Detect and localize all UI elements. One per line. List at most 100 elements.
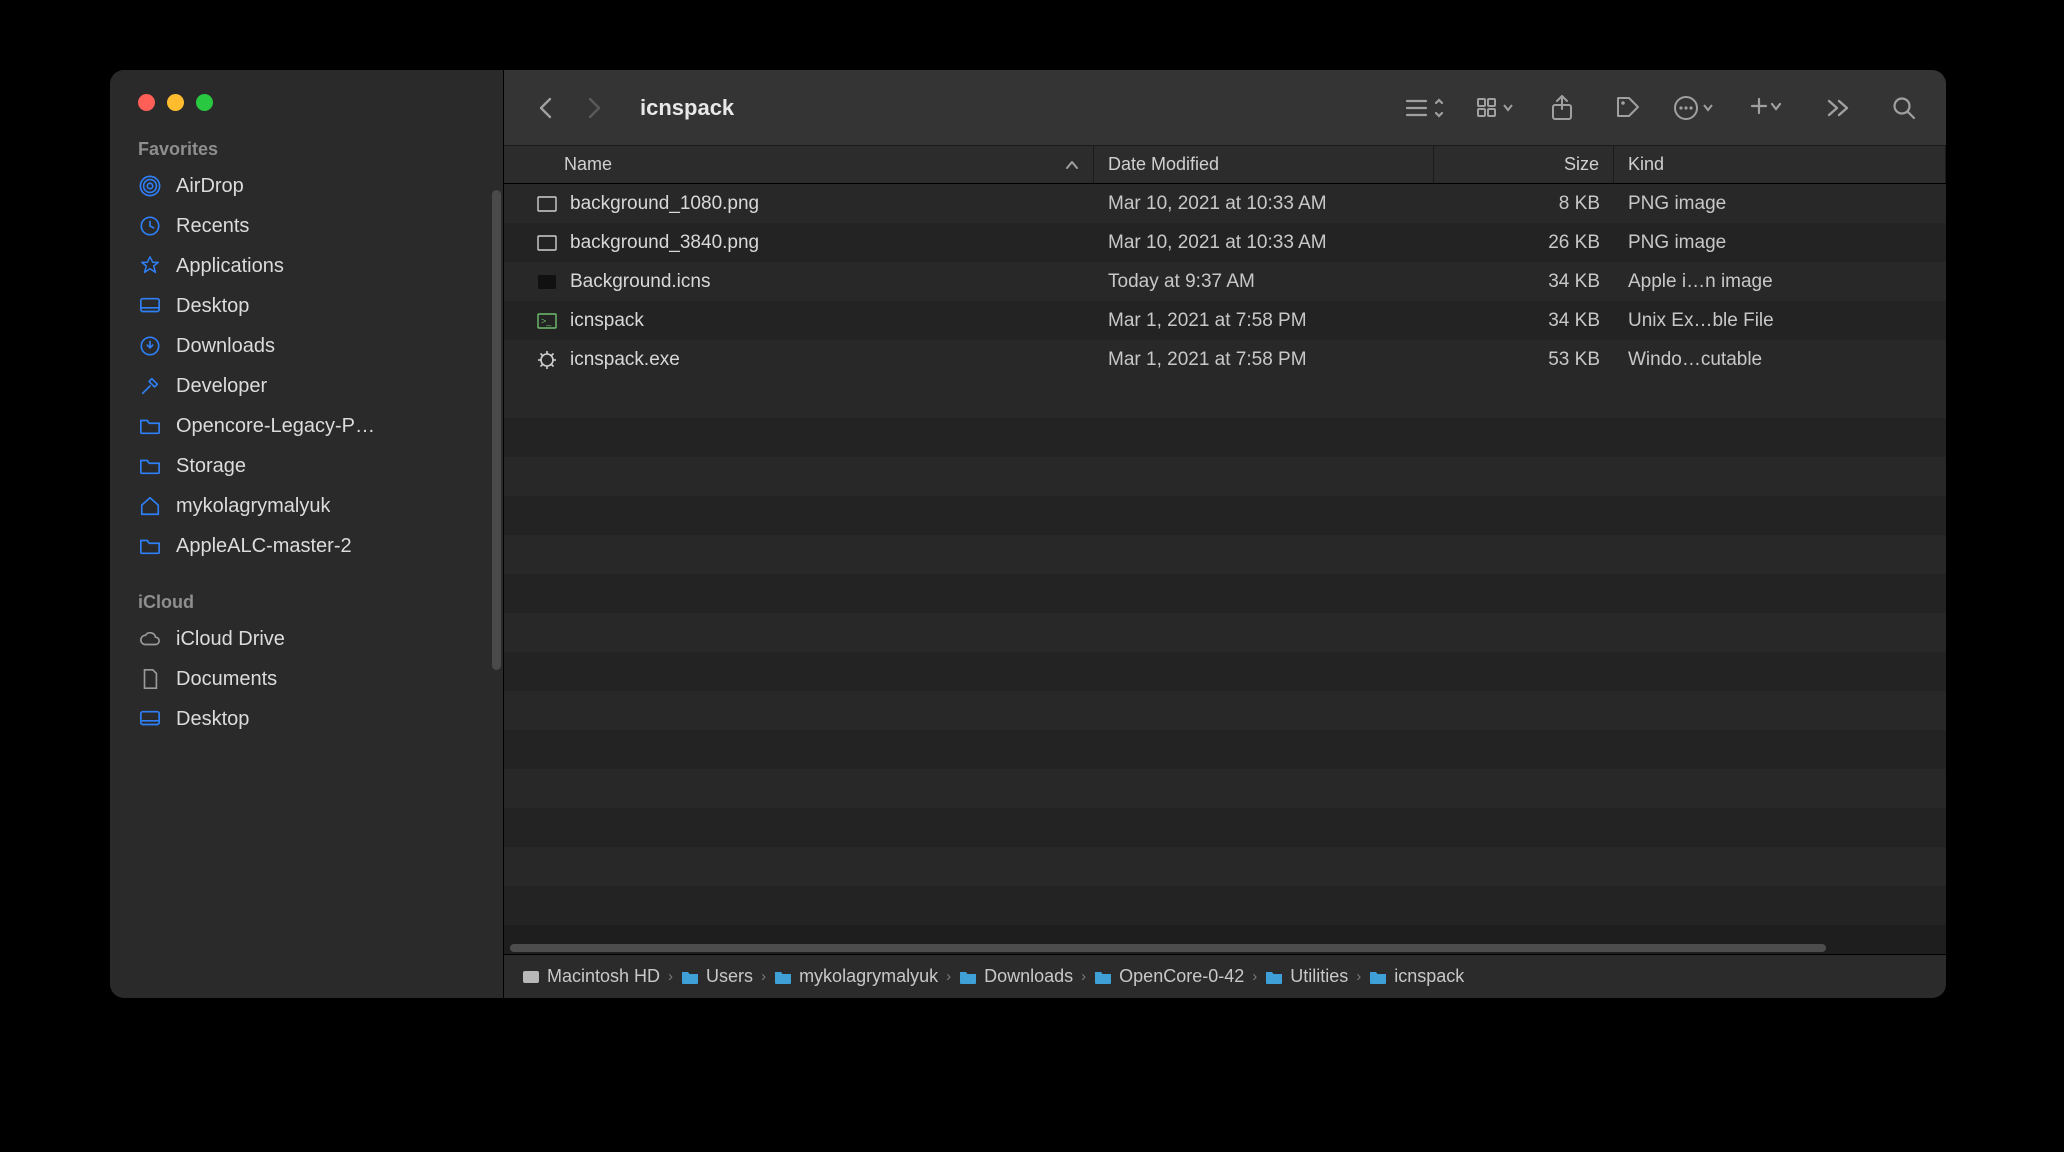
folder-icon bbox=[1369, 970, 1387, 984]
file-kind: PNG image bbox=[1614, 232, 1946, 254]
hammer-icon bbox=[138, 374, 162, 398]
path-item[interactable]: Utilities bbox=[1265, 966, 1348, 987]
more-button[interactable] bbox=[1674, 88, 1714, 128]
empty-row bbox=[504, 379, 1946, 418]
file-name: background_3840.png bbox=[570, 232, 759, 254]
sidebar-item-label: AirDrop bbox=[176, 175, 244, 198]
file-date: Mar 10, 2021 at 10:33 AM bbox=[1094, 232, 1434, 254]
sidebar-item[interactable]: AirDrop bbox=[110, 166, 503, 206]
new-folder-button[interactable] bbox=[1746, 88, 1786, 128]
file-row[interactable]: background_3840.png Mar 10, 2021 at 10:3… bbox=[504, 223, 1946, 262]
forward-button[interactable] bbox=[574, 88, 614, 128]
file-row[interactable]: background_1080.png Mar 10, 2021 at 10:3… bbox=[504, 184, 1946, 223]
empty-row bbox=[504, 418, 1946, 457]
sidebar-item-label: Opencore-Legacy-P… bbox=[176, 415, 375, 438]
search-button[interactable] bbox=[1884, 88, 1924, 128]
window-title: icnspack bbox=[640, 95, 734, 121]
sidebar-item[interactable]: Developer bbox=[110, 366, 503, 406]
sidebar-item[interactable]: Desktop bbox=[110, 286, 503, 326]
view-list-button[interactable] bbox=[1404, 88, 1444, 128]
sidebar-item[interactable]: Storage bbox=[110, 446, 503, 486]
folder-icon bbox=[681, 970, 699, 984]
file-row[interactable]: icnspack.exe Mar 1, 2021 at 7:58 PM 53 K… bbox=[504, 340, 1946, 379]
folder-icon bbox=[774, 970, 792, 984]
path-item[interactable]: Users bbox=[681, 966, 753, 987]
sidebar-section-label: Favorites bbox=[110, 135, 503, 166]
path-item[interactable]: Macintosh HD bbox=[522, 966, 660, 987]
chevron-right-icon: › bbox=[668, 968, 673, 985]
sidebar-item[interactable]: Opencore-Legacy-P… bbox=[110, 406, 503, 446]
home-icon bbox=[138, 494, 162, 518]
file-kind: PNG image bbox=[1614, 193, 1946, 215]
file-name: Background.icns bbox=[570, 271, 710, 293]
overflow-button[interactable] bbox=[1818, 88, 1858, 128]
column-name-label: Name bbox=[564, 154, 612, 175]
disk-icon bbox=[522, 968, 540, 986]
sidebar-section-label: iCloud bbox=[110, 588, 503, 619]
empty-row bbox=[504, 535, 1946, 574]
file-name-cell: background_3840.png bbox=[504, 232, 1094, 254]
sidebar-item-label: Developer bbox=[176, 375, 267, 398]
empty-row bbox=[504, 769, 1946, 808]
column-date[interactable]: Date Modified bbox=[1094, 146, 1434, 183]
column-size[interactable]: Size bbox=[1434, 146, 1614, 183]
path-item[interactable]: OpenCore-0-42 bbox=[1094, 966, 1244, 987]
cloud-icon bbox=[138, 627, 162, 651]
sidebar-item[interactable]: iCloud Drive bbox=[110, 619, 503, 659]
empty-row bbox=[504, 457, 1946, 496]
sidebar-item[interactable]: Documents bbox=[110, 659, 503, 699]
file-size: 34 KB bbox=[1434, 271, 1614, 293]
sidebar-item-label: Desktop bbox=[176, 295, 249, 318]
finder-window: Favorites AirDrop RecentsApplications Deskt… bbox=[110, 70, 1946, 998]
sort-indicator-icon bbox=[1065, 160, 1079, 170]
sidebar-item-label: Storage bbox=[176, 455, 246, 478]
share-button[interactable] bbox=[1542, 88, 1582, 128]
file-kind: Apple i…n image bbox=[1614, 271, 1946, 293]
tags-button[interactable] bbox=[1608, 88, 1648, 128]
sidebar-item[interactable]: Recents bbox=[110, 206, 503, 246]
path-item[interactable]: Downloads bbox=[959, 966, 1073, 987]
file-kind: Windo…cutable bbox=[1614, 349, 1946, 371]
folder-icon bbox=[1094, 970, 1112, 984]
sidebar: Favorites AirDrop RecentsApplications Deskt… bbox=[110, 70, 504, 998]
fullscreen-button[interactable] bbox=[196, 94, 213, 111]
file-row[interactable]: Background.icns Today at 9:37 AM 34 KB A… bbox=[504, 262, 1946, 301]
column-kind[interactable]: Kind bbox=[1614, 146, 1946, 183]
sidebar-item[interactable]: Applications bbox=[110, 246, 503, 286]
back-button[interactable] bbox=[526, 88, 566, 128]
file-row[interactable]: >_ icnspack Mar 1, 2021 at 7:58 PM 34 KB… bbox=[504, 301, 1946, 340]
path-item[interactable]: icnspack bbox=[1369, 966, 1464, 987]
chevron-right-icon: › bbox=[1356, 968, 1361, 985]
sidebar-item[interactable]: Downloads bbox=[110, 326, 503, 366]
empty-row bbox=[504, 613, 1946, 652]
horizontal-scrollbar[interactable] bbox=[504, 942, 1946, 954]
main-pane: icnspack bbox=[504, 70, 1946, 998]
path-item[interactable]: mykolagrymalyuk bbox=[774, 966, 938, 987]
close-button[interactable] bbox=[138, 94, 155, 111]
empty-row bbox=[504, 730, 1946, 769]
scroll-thumb[interactable] bbox=[510, 944, 1826, 952]
toolbar: icnspack bbox=[504, 70, 1946, 146]
download-icon bbox=[138, 334, 162, 358]
minimize-button[interactable] bbox=[167, 94, 184, 111]
empty-row bbox=[504, 847, 1946, 886]
path-bar: Macintosh HD › Users › mykolagrymalyuk › Downl… bbox=[504, 954, 1946, 998]
group-by-button[interactable] bbox=[1476, 88, 1516, 128]
sidebar-item[interactable]: mykolagrymalyuk bbox=[110, 486, 503, 526]
empty-row bbox=[504, 691, 1946, 730]
png-icon bbox=[536, 232, 558, 254]
sidebar-scrollbar[interactable] bbox=[492, 190, 501, 670]
file-name-cell: background_1080.png bbox=[504, 193, 1094, 215]
file-name-cell: Background.icns bbox=[504, 271, 1094, 293]
sidebar-item[interactable]: AppleALC-master-2 bbox=[110, 526, 503, 566]
chevron-right-icon: › bbox=[1252, 968, 1257, 985]
desktop-icon bbox=[138, 707, 162, 731]
column-name[interactable]: Name bbox=[504, 146, 1094, 183]
chevron-right-icon: › bbox=[946, 968, 951, 985]
empty-row bbox=[504, 808, 1946, 847]
exec-icon: >_ bbox=[536, 310, 558, 332]
sidebar-item[interactable]: Desktop bbox=[110, 699, 503, 739]
clock-icon bbox=[138, 214, 162, 238]
folder-icon bbox=[138, 534, 162, 558]
window-controls bbox=[110, 90, 503, 135]
